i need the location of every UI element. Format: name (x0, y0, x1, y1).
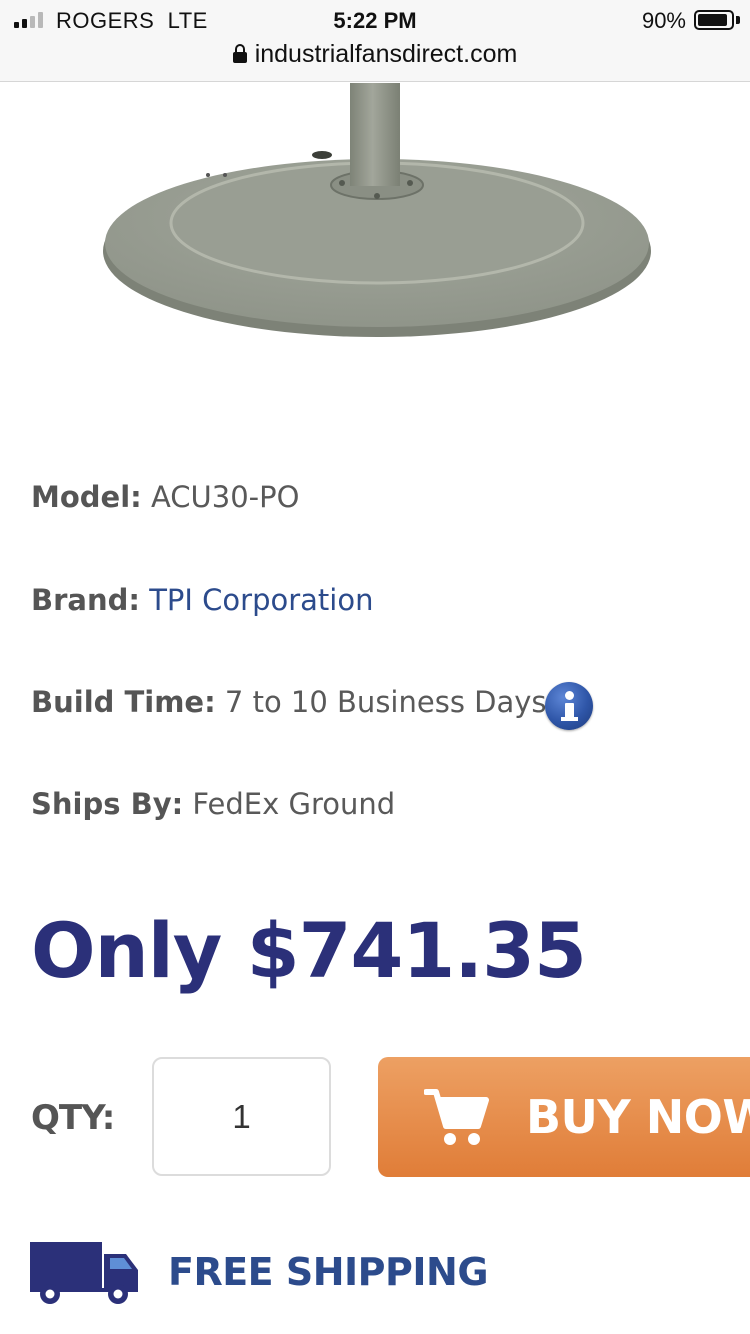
brand-link[interactable]: TPI Corporation (149, 583, 373, 617)
battery-fill (698, 14, 727, 26)
status-bar: ROGERS LTE 5:22 PM 90% (0, 8, 750, 34)
buy-now-button[interactable]: BUY NOW (378, 1057, 750, 1177)
spec-model: Model: ACU30-PO (31, 480, 299, 514)
buy-now-label: BUY NOW (526, 1090, 750, 1144)
info-icon[interactable] (545, 682, 593, 730)
product-price: Only $741.35 (31, 906, 587, 995)
free-shipping-label: FREE SHIPPING (168, 1250, 489, 1294)
lock-icon (232, 44, 247, 64)
address-bar[interactable]: industrialfansdirect.com (0, 38, 750, 70)
browser-top-bar: ROGERS LTE 5:22 PM 90% industrialfansdir… (0, 0, 750, 82)
quantity-input[interactable] (152, 1057, 331, 1176)
ships-by-label: Ships By: (31, 787, 184, 821)
model-label: Model: (31, 480, 142, 514)
battery-icon (694, 10, 734, 30)
battery-nub (736, 16, 740, 24)
status-time: 5:22 PM (333, 8, 417, 33)
spec-build-time: Build Time: 7 to 10 Business Days (31, 685, 547, 719)
ships-by-value: FedEx Ground (192, 787, 396, 821)
delivery-truck-icon (30, 1242, 138, 1304)
spec-ships-by: Ships By: FedEx Ground (31, 787, 395, 821)
brand-label: Brand: (31, 583, 140, 617)
fan-pedestal-base-image (103, 83, 651, 337)
qty-label: QTY: (31, 1098, 115, 1138)
shopping-cart-icon (424, 1089, 489, 1145)
spec-brand: Brand: TPI Corporation (31, 583, 374, 617)
url-text[interactable]: industrialfansdirect.com (255, 40, 518, 69)
build-time-value: 7 to 10 Business Days (224, 685, 547, 719)
build-time-label: Build Time: (31, 685, 216, 719)
model-value: ACU30-PO (150, 480, 300, 514)
battery-percent: 90% (641, 8, 686, 33)
